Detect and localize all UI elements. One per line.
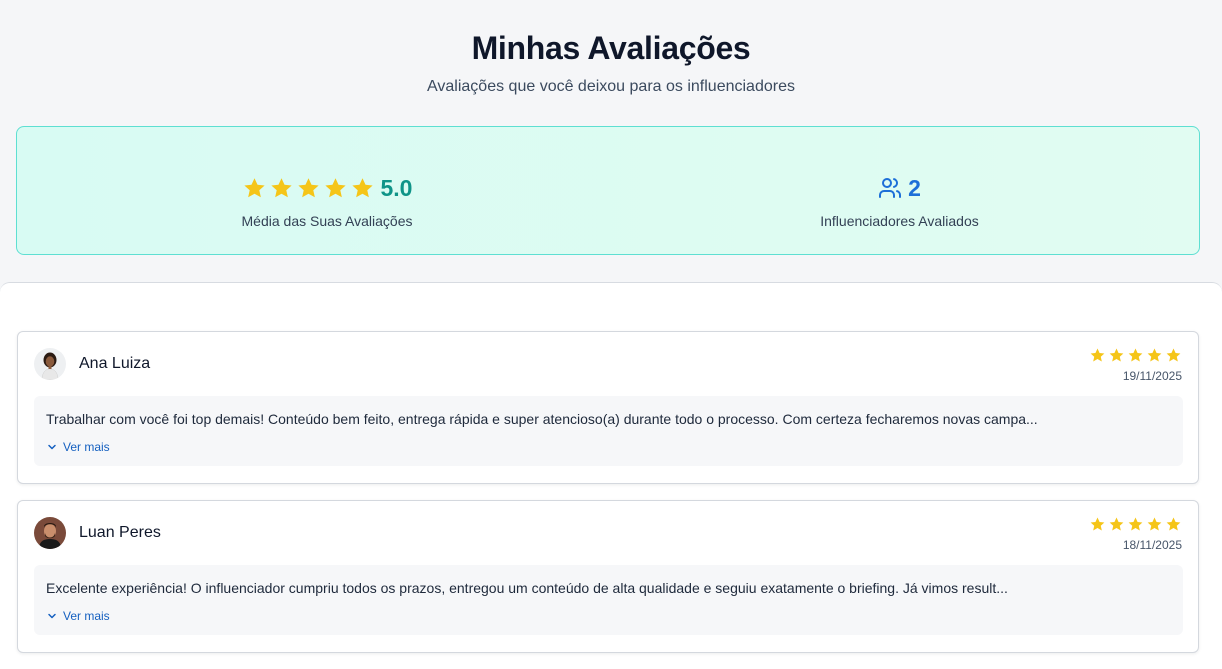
review-rating-stars (1089, 347, 1182, 364)
review-body: Trabalhar com você foi top demais! Conte… (34, 396, 1183, 466)
reviewer-name: Luan Peres (79, 524, 161, 541)
users-icon (878, 176, 902, 200)
review-card: Luan Peres 18/11/2025 Excelente experiên… (17, 500, 1199, 653)
star-icon (297, 177, 319, 197)
see-more-label: Ver mais (63, 440, 110, 454)
star-icon (351, 177, 373, 197)
influencers-rated-value: 2 (908, 174, 921, 201)
star-icon (1109, 348, 1124, 362)
see-more-button[interactable]: Ver mais (47, 609, 110, 623)
influencers-rated-stat: 2 Influenciadores Avaliados (807, 174, 992, 230)
average-rating-stars (242, 176, 375, 201)
influencers-rated-label: Influenciadores Avaliados (820, 213, 979, 229)
star-icon (1166, 348, 1181, 362)
see-more-label: Ver mais (63, 609, 110, 623)
average-rating-label: Média das Suas Avaliações (241, 213, 413, 229)
star-icon (1166, 517, 1181, 531)
star-icon (1147, 348, 1162, 362)
star-icon (1147, 517, 1162, 531)
star-icon (1090, 517, 1105, 531)
star-icon (1128, 348, 1143, 362)
review-body: Excelente experiência! O influenciador c… (34, 565, 1183, 635)
page-subtitle: Avaliações que você deixou para os influ… (427, 78, 795, 95)
see-more-button[interactable]: Ver mais (47, 440, 110, 454)
reviews-list: Ana Luiza 19/11/2025 Trabalhar com você … (0, 282, 1222, 669)
review-text: Excelente experiência! O influenciador c… (46, 580, 1008, 596)
average-rating-stat: 5.0 Média das Suas Avaliações (232, 174, 422, 230)
star-icon (324, 177, 346, 197)
page-title: Minhas Avaliações (471, 30, 751, 66)
avatar (34, 348, 66, 380)
reviewer-name: Ana Luiza (79, 355, 151, 372)
star-icon (1109, 517, 1124, 531)
star-icon (1090, 348, 1105, 362)
page-header: Minhas Avaliações Avaliações que você de… (0, 0, 1222, 282)
review-date: 19/11/2025 (1122, 369, 1182, 383)
star-icon (243, 177, 265, 197)
review-date: 18/11/2025 (1122, 538, 1182, 552)
review-card: Ana Luiza 19/11/2025 Trabalhar com você … (17, 331, 1199, 484)
review-text: Trabalhar com você foi top demais! Conte… (46, 411, 1038, 427)
chevron-down-icon (48, 613, 56, 619)
chevron-down-icon (48, 444, 56, 450)
star-icon (1128, 517, 1143, 531)
star-icon (270, 177, 292, 197)
stats-card: 5.0 Média das Suas Avaliações 2 Influenc… (16, 126, 1200, 255)
average-rating-value: 5.0 (380, 174, 413, 201)
avatar (34, 517, 66, 549)
review-rating-stars (1089, 516, 1182, 533)
